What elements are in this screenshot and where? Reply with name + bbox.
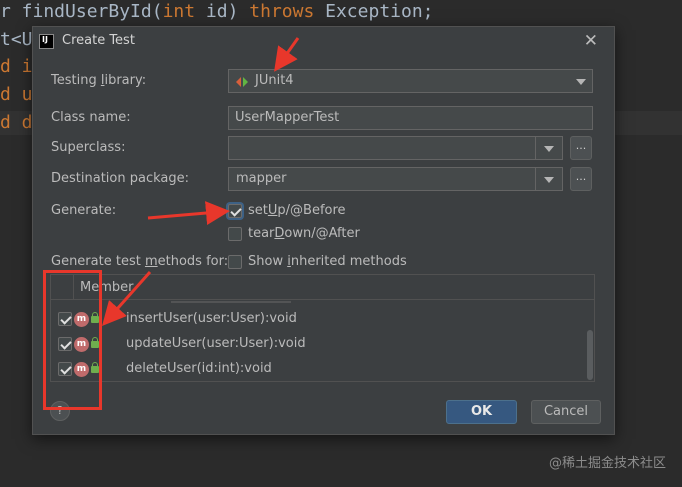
table-scrollbar[interactable] [586, 300, 594, 381]
superclass-combo[interactable] [228, 136, 563, 160]
label-text: Show [248, 254, 288, 269]
table-header: Member [51, 275, 594, 300]
label-text: tear [248, 226, 275, 241]
code-line-4: d u [0, 84, 33, 105]
chevron-down-icon[interactable] [544, 146, 554, 152]
code-text: r findUserById( [0, 1, 163, 22]
junit-icon [236, 77, 250, 87]
superclass-label: Superclass: [51, 140, 126, 155]
setup-label[interactable]: setUp/@Before [248, 203, 346, 218]
show-inherited-checkbox[interactable] [228, 255, 242, 269]
method-name: insertUser(user:User):void [126, 311, 297, 326]
class-name-label: Class name: [51, 110, 131, 125]
chevron-down-icon [576, 79, 586, 85]
class-name-input[interactable]: UserMapperTest [228, 106, 593, 130]
testing-library-value: JUnit4 [255, 73, 294, 88]
testing-library-dropdown[interactable]: JUnit4 [228, 69, 593, 93]
watermark: @稀土掘金技术社区 [548, 456, 666, 471]
intellij-icon: IJ [39, 34, 54, 49]
label-text: nherited methods [290, 254, 407, 269]
table-row-partial [51, 301, 594, 304]
destination-package-value: mapper [236, 171, 287, 186]
combo-separator [535, 137, 536, 159]
chevron-down-icon[interactable] [544, 177, 554, 183]
combo-separator [535, 168, 536, 190]
destination-package-combo[interactable]: mapper [228, 167, 563, 191]
code-keyword: throws [249, 1, 315, 22]
code-line-1: r findUserById(int id) throws Exception; [0, 0, 434, 24]
label-text: own/@After [284, 226, 360, 241]
teardown-label[interactable]: tearDown/@After [248, 226, 360, 241]
dialog-title: Create Test [62, 33, 135, 48]
code-line-2: t<U [0, 29, 33, 50]
label-text: p/@Before [277, 203, 346, 218]
table-row[interactable]: m deleteUser(id:int):void [51, 357, 581, 381]
label-text: ethods for: [157, 254, 229, 269]
code-text: Exception; [314, 1, 434, 22]
destination-package-label: Destination package: [51, 171, 189, 186]
scrollbar-thumb[interactable] [587, 330, 593, 380]
code-text: id) [195, 1, 250, 22]
label-mnemonic: D [274, 226, 285, 241]
label-text: Generate test [51, 254, 145, 269]
ok-button[interactable]: OK [446, 400, 517, 424]
generate-methods-label: Generate test methods for: [51, 254, 228, 269]
label-text: Testing [51, 73, 101, 88]
method-name: updateUser(user:User):void [126, 336, 306, 351]
table-row[interactable]: m updateUser(user:User):void [51, 332, 581, 357]
create-test-dialog: IJ Create Test ✕ Testing library: JUnit4… [32, 26, 615, 435]
dialog-titlebar[interactable]: IJ Create Test ✕ [33, 27, 614, 55]
member-table[interactable]: Member m insertUser(user:User):void m up… [50, 274, 595, 382]
testing-library-label: Testing library: [51, 73, 146, 88]
show-inherited-label[interactable]: Show inherited methods [248, 254, 407, 269]
code-line-3: d i [0, 56, 33, 77]
close-icon[interactable]: ✕ [584, 31, 598, 51]
setup-checkbox[interactable] [228, 204, 242, 218]
table-row[interactable]: m insertUser(user:User):void [51, 307, 581, 332]
label-text: ibrary: [104, 73, 147, 88]
annotation-highlight-box [43, 270, 102, 410]
teardown-checkbox[interactable] [228, 227, 242, 241]
destination-package-browse-button[interactable]: ... [570, 167, 592, 191]
generate-label: Generate: [51, 203, 117, 218]
code-keyword: int [162, 1, 196, 22]
superclass-browse-button[interactable]: ... [570, 136, 592, 160]
cancel-button[interactable]: Cancel [531, 400, 601, 424]
method-name: deleteUser(id:int):void [126, 361, 272, 376]
label-mnemonic: m [144, 254, 158, 269]
label-mnemonic: U [267, 203, 278, 218]
label-text: set [248, 203, 268, 218]
